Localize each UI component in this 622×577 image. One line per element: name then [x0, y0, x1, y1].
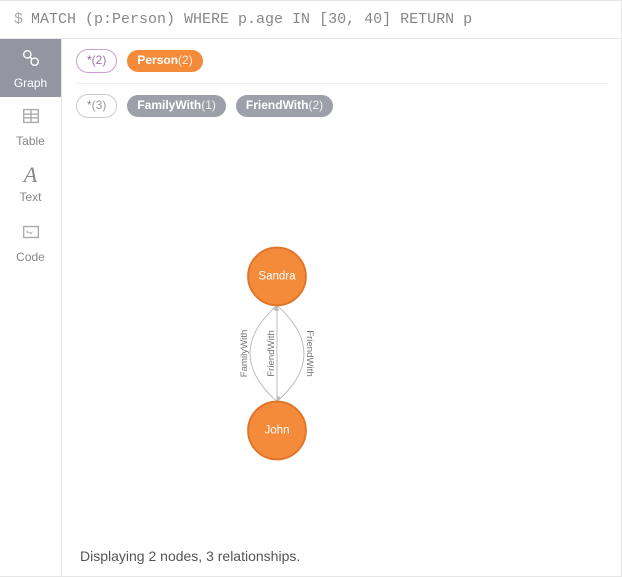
- tab-label: Text: [19, 190, 41, 204]
- graph-canvas[interactable]: FamilyWith FriendWith FriendWith Sandra John: [62, 132, 621, 536]
- graph-node[interactable]: Sandra: [248, 247, 306, 305]
- view-sidebar: Graph Table A Text: [0, 39, 62, 576]
- relationship-chips-row: *(3) FamilyWith(1) FriendWith(2): [76, 83, 607, 118]
- status-bar: Displaying 2 nodes, 3 relationships.: [62, 536, 621, 576]
- graph-node[interactable]: John: [248, 401, 306, 459]
- query-text: MATCH (p:Person) WHERE p.age IN [30, 40]…: [31, 11, 472, 28]
- tab-text[interactable]: A Text: [0, 155, 61, 213]
- chip-rel-friendwith[interactable]: FriendWith(2): [236, 95, 333, 117]
- chip-all-relationships[interactable]: *(3): [76, 94, 117, 118]
- edge-label: FriendWith: [266, 330, 277, 376]
- table-icon: [20, 105, 42, 130]
- query-bar[interactable]: $ MATCH (p:Person) WHERE p.age IN [30, 4…: [0, 1, 621, 39]
- chip-all-nodes[interactable]: *(2): [76, 49, 117, 73]
- tab-code[interactable]: Code: [0, 213, 61, 271]
- query-prompt: $: [14, 11, 23, 28]
- tab-table[interactable]: Table: [0, 97, 61, 155]
- svg-text:John: John: [264, 424, 289, 436]
- tab-label: Code: [16, 250, 45, 264]
- graph-icon: [20, 47, 42, 72]
- node-chips-row: *(2) Person(2): [76, 49, 607, 73]
- chip-node-person[interactable]: Person(2): [127, 50, 202, 72]
- tab-label: Table: [16, 134, 45, 148]
- tab-graph[interactable]: Graph: [0, 39, 61, 97]
- legend-panel: *(2) Person(2) *(3) FamilyWith(1) Friend…: [62, 39, 621, 132]
- tab-label: Graph: [14, 76, 47, 90]
- svg-text:Sandra: Sandra: [258, 270, 296, 282]
- edge-label: FamilyWith: [239, 329, 250, 377]
- edge-label: FriendWith: [304, 330, 315, 376]
- text-icon: A: [24, 164, 37, 186]
- chip-rel-familywith[interactable]: FamilyWith(1): [127, 95, 226, 117]
- code-icon: [20, 221, 42, 246]
